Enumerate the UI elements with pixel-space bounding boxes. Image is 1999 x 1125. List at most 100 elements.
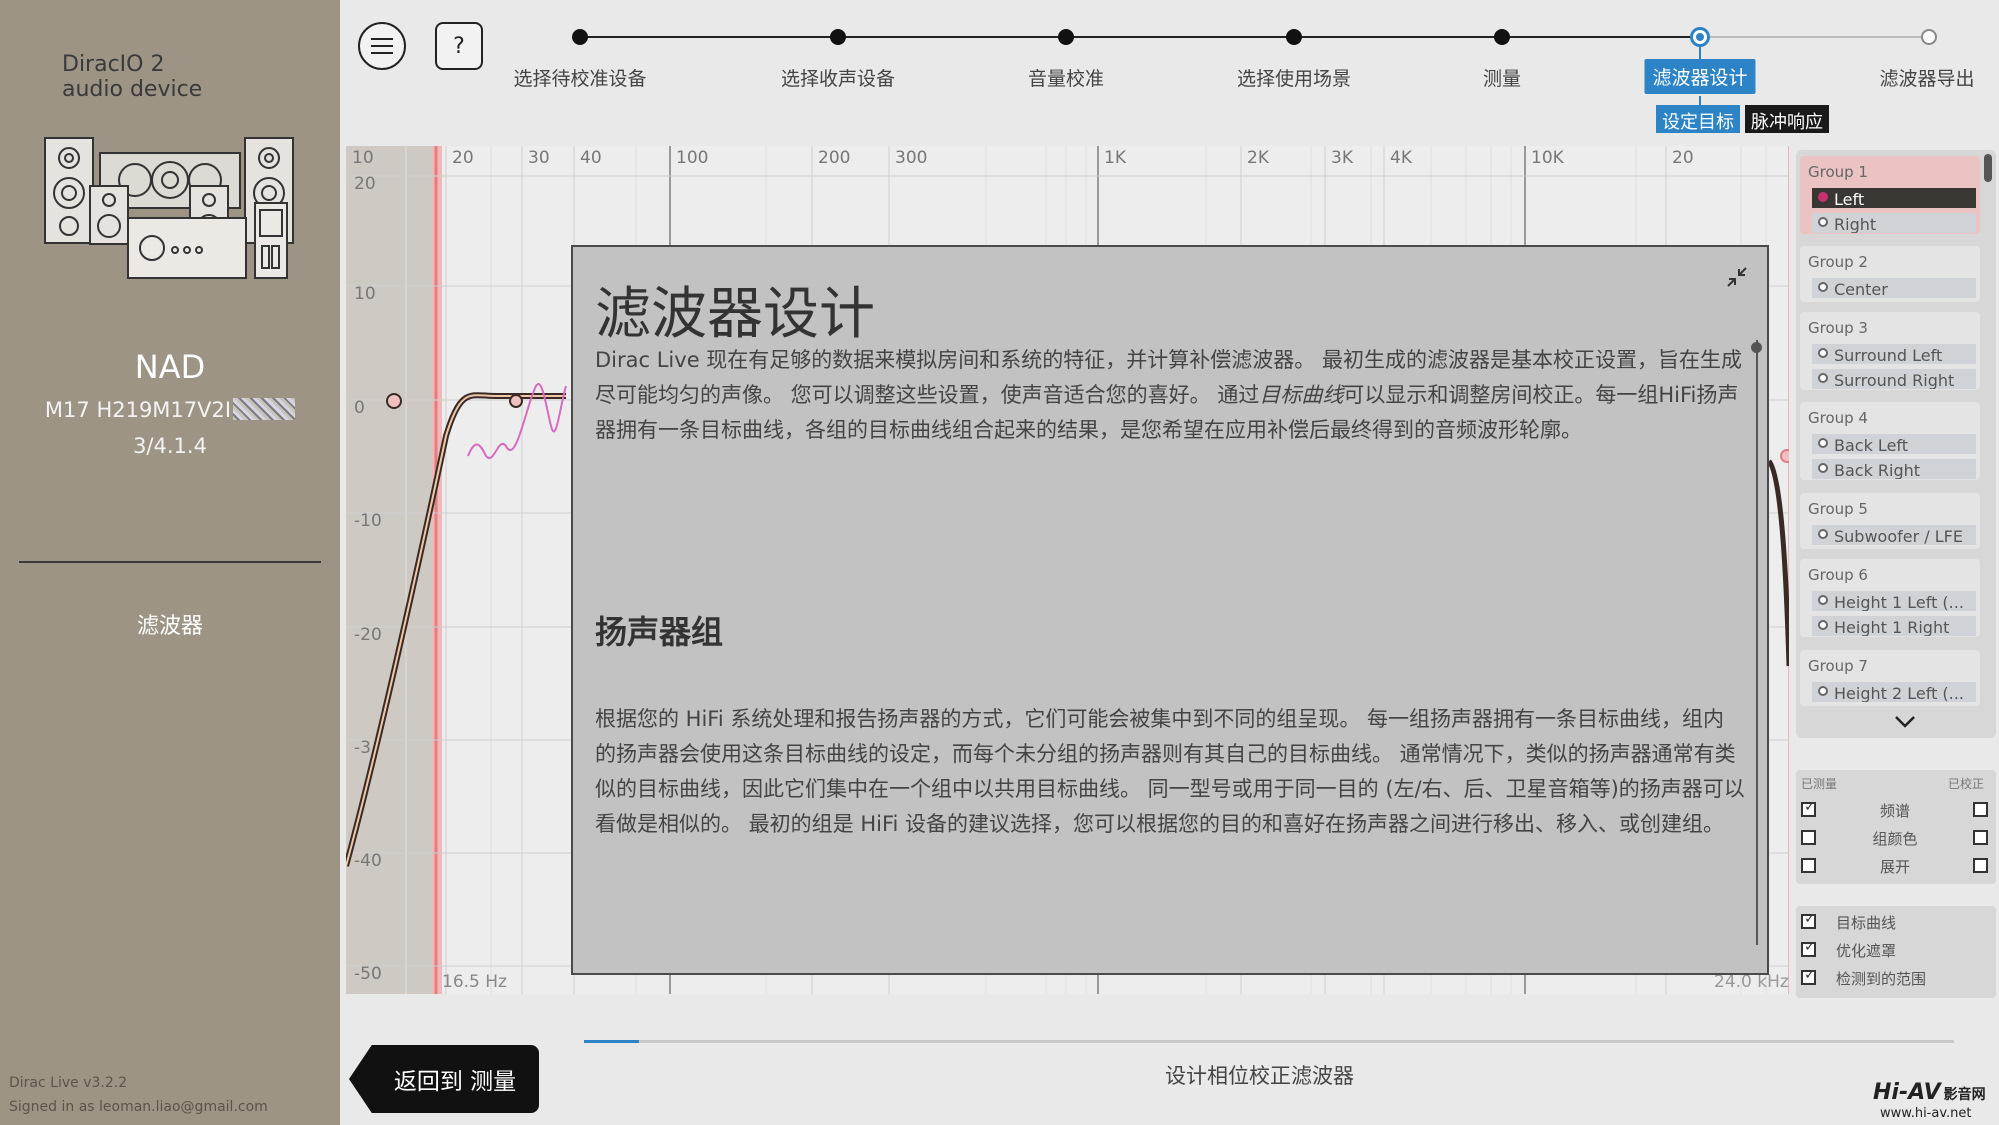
speaker-group[interactable]: Group 5 Subwoofer / LFE (1800, 493, 1980, 549)
speaker-channel[interactable]: Left (1812, 188, 1976, 208)
display-checkbox[interactable] (1801, 911, 1816, 929)
radio-icon (1818, 373, 1828, 383)
step-dot[interactable] (1921, 29, 1937, 45)
step-label[interactable]: 滤波器设计 (1644, 59, 1756, 94)
speaker-group[interactable]: Group 4 Back Left Back Right (1800, 402, 1980, 480)
sidebar-section-filters[interactable]: 滤波器 (0, 608, 340, 640)
x-tick-label: 200 (818, 148, 850, 168)
speaker-channel[interactable]: Center (1812, 278, 1976, 298)
step-label[interactable]: 选择使用场景 (1237, 64, 1351, 91)
group-title: Group 5 (1808, 500, 1868, 518)
step-label[interactable]: 选择收声设备 (781, 64, 895, 91)
device-brand: NAD (134, 348, 206, 386)
display-checkbox[interactable] (1801, 967, 1816, 985)
calibrated-checkbox[interactable] (1973, 830, 1988, 845)
speaker-group[interactable]: Group 7 Height 2 Left (... (1800, 650, 1980, 706)
step-label[interactable]: 选择待校准设备 (513, 64, 646, 91)
menu-button[interactable] (358, 22, 406, 70)
target-curve-high (1766, 459, 1789, 667)
radio-icon (1818, 282, 1828, 292)
collapse-icon[interactable] (1725, 265, 1749, 289)
progress-bar-fill (584, 1040, 639, 1043)
speaker-channel[interactable]: Back Left (1812, 434, 1976, 454)
measured-checkbox[interactable] (1801, 799, 1816, 817)
x-tick-label: 20 (1672, 148, 1694, 168)
speaker-channel[interactable]: Right (1812, 213, 1976, 233)
speaker-channel[interactable]: Surround Right (1812, 369, 1976, 389)
help-icon: ? (453, 33, 465, 59)
speaker-channel[interactable]: Height 1 Left (... (1812, 591, 1976, 611)
target-control-point[interactable] (509, 394, 523, 408)
speaker-groups-panel: Group 1 Left Right Group 2 Center Group 3 Surr… (1796, 150, 1996, 738)
hamburger-icon (371, 38, 393, 54)
target-control-point[interactable] (386, 393, 402, 409)
measured-column-header: 已测量 (1801, 777, 1838, 791)
app-version: Dirac Live v3.2.2 (9, 1075, 128, 1091)
x-tick-label: 4K (1390, 148, 1413, 168)
dialog-title: 滤波器设计 (595, 282, 875, 347)
chevron-down-icon[interactable] (1893, 712, 1917, 732)
measured-checkbox[interactable] (1801, 858, 1816, 873)
display-checkbox[interactable] (1801, 939, 1816, 957)
tab-set-target[interactable]: 设定目标 (1656, 105, 1740, 133)
radio-icon (1818, 348, 1828, 358)
group-title: Group 2 (1808, 253, 1868, 271)
step-dot[interactable] (830, 29, 846, 45)
help-button[interactable]: ? (435, 22, 483, 70)
stepper-track-remaining (1700, 36, 1928, 38)
speaker-channel[interactable]: Height 1 Right (1812, 616, 1976, 636)
device-name: DiracIO 2 audio device (62, 52, 202, 102)
dialog-scrollbar-thumb[interactable] (1751, 342, 1762, 353)
group-title: Group 3 (1808, 319, 1868, 337)
channel-label: Subwoofer / LFE (1834, 527, 1963, 545)
groups-scrollbar[interactable] (1984, 154, 1992, 182)
redacted-text-patch (233, 398, 296, 420)
measured-checkbox[interactable] (1801, 830, 1816, 845)
dialog-scrollbar-track[interactable] (1756, 340, 1758, 945)
radio-icon (1818, 217, 1828, 227)
x-tick-label: 3K (1331, 148, 1354, 168)
step-dot[interactable] (1286, 29, 1302, 45)
y-tick-label: -20 (354, 625, 382, 645)
speaker-group[interactable]: Group 3 Surround Left Surround Right (1800, 312, 1980, 390)
x-tick-label: 10 (352, 148, 374, 168)
display-option-label: 目标曲线 (1836, 914, 1897, 932)
radio-icon (1818, 595, 1828, 605)
calibrated-column-header: 已校正 (1948, 777, 1985, 791)
speaker-group[interactable]: Group 1 Left Right (1800, 156, 1980, 234)
calibrated-checkbox[interactable] (1973, 858, 1988, 873)
channel-label: Left (1834, 190, 1865, 208)
device-firmware: 3/4.1.4 (133, 434, 207, 458)
step-label[interactable]: 测量 (1483, 64, 1521, 91)
step-label[interactable]: 音量校准 (1028, 64, 1104, 91)
speaker-channel[interactable]: Subwoofer / LFE (1812, 525, 1976, 545)
step-dot[interactable] (1494, 29, 1510, 45)
radio-icon (1818, 438, 1828, 448)
y-tick-label: -10 (354, 511, 382, 531)
speaker-channel[interactable]: Back Right (1812, 459, 1976, 479)
group-title: Group 1 (1808, 163, 1868, 181)
device-model: M17 H219M17V2I (0, 398, 340, 422)
high-limit-handle[interactable] (1780, 449, 1789, 463)
channel-label: Height 2 Left (... (1834, 684, 1964, 702)
channel-label: Back Left (1834, 436, 1909, 454)
step-label[interactable]: 滤波器导出 (1879, 64, 1974, 91)
step-dot[interactable] (1690, 27, 1710, 47)
speaker-group[interactable]: Group 2 Center (1800, 246, 1980, 302)
channel-label: Center (1834, 280, 1888, 298)
step-dot[interactable] (1058, 29, 1074, 45)
step-dot[interactable] (572, 29, 588, 45)
speaker-channel[interactable]: Surround Left (1812, 344, 1976, 364)
speaker-channel[interactable]: Height 2 Left (... (1812, 682, 1976, 702)
speaker-group[interactable]: Group 6 Height 1 Left (... Height 1 Right (1800, 559, 1980, 637)
y-tick-label: 20 (354, 174, 376, 194)
y-tick-label: -3 (354, 738, 371, 758)
dialog-groups-text: 根据您的 HiFi 系统处理和报告扬声器的方式，它们可能会被集中到不同的组呈现。… (595, 707, 1745, 836)
sidebar: DiracIO 2 audio device NAD M17 H219M17V2… (0, 0, 340, 1125)
x-tick-label: 40 (580, 148, 602, 168)
channel-label: Height 1 Right (1834, 618, 1950, 636)
tab-impulse-response[interactable]: 脉冲响应 (1745, 105, 1829, 133)
calibrated-checkbox[interactable] (1973, 802, 1988, 817)
sidebar-divider (19, 561, 321, 563)
back-to-measurement-button[interactable]: 返回到 测量 (349, 1045, 539, 1113)
